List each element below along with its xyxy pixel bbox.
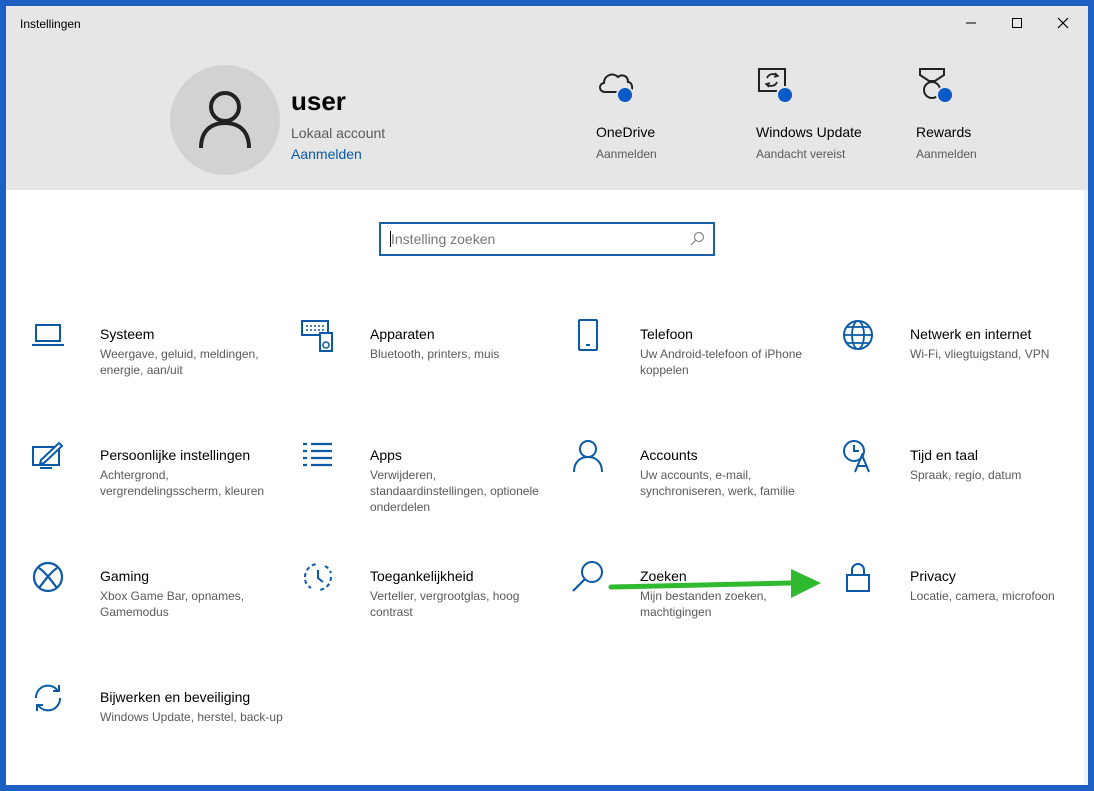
search-input[interactable]: Instelling zoeken xyxy=(379,222,715,256)
maximize-button[interactable] xyxy=(994,6,1040,40)
tile-title: Persoonlijke instellingen xyxy=(100,447,251,463)
tile-netwerk[interactable]: Netwerk en internet Wi-Fi, vliegtuigstan… xyxy=(841,318,1088,408)
time-language-icon xyxy=(843,440,870,473)
onedrive-item[interactable]: OneDrive Aanmelden xyxy=(596,66,746,161)
tile-description: Uw accounts, e-mail, synchroniseren, wer… xyxy=(640,468,795,498)
close-icon xyxy=(1057,17,1069,29)
globe-icon xyxy=(843,320,873,350)
xbox-icon xyxy=(32,561,64,593)
tile-accounts[interactable]: Accounts Uw accounts, e-mail, synchronis… xyxy=(571,439,821,529)
tile-title: Gaming xyxy=(100,568,150,584)
laptop-icon xyxy=(32,324,64,346)
account-type: Lokaal account xyxy=(291,125,386,141)
tile-apparaten[interactable]: Apparaten Bluetooth, printers, muis xyxy=(301,318,551,408)
avatar[interactable] xyxy=(170,65,280,175)
person-icon xyxy=(573,440,603,473)
windows-update-subtitle: Aandacht vereist xyxy=(756,147,846,161)
windows-update-title: Windows Update xyxy=(756,124,862,140)
settings-window: Instellingen user Lokaal account Aanmeld… xyxy=(6,6,1088,785)
tile-systeem[interactable]: Systeem Weergave, geluid, meldingen, ene… xyxy=(31,318,281,408)
tile-bijwerken-en-beveiliging[interactable]: Bijwerken en beveiliging Windows Update,… xyxy=(31,681,283,771)
tile-description: Windows Update, herstel, back-up xyxy=(100,710,283,724)
tile-apps[interactable]: Apps Verwijderen, standaardinstellingen,… xyxy=(301,439,551,529)
windows-update-item[interactable]: Windows Update Aandacht vereist xyxy=(756,66,906,161)
maximize-icon xyxy=(1012,18,1022,28)
tile-description: Spraak, regio, datum xyxy=(910,468,1022,482)
sign-in-link[interactable]: Aanmelden xyxy=(291,146,362,162)
devices-icon xyxy=(301,320,333,352)
accessibility-icon xyxy=(304,563,332,591)
tile-privacy[interactable]: Privacy Locatie, camera, microfoon xyxy=(841,560,1088,650)
status-dot xyxy=(776,86,794,104)
tile-tijd-en-taal[interactable]: Tijd en taal Spraak, regio, datum xyxy=(841,439,1088,529)
tile-title: Privacy xyxy=(910,568,956,584)
account-header: user Lokaal account Aanmelden OneDrive A… xyxy=(6,40,1088,190)
tile-title: Tijd en taal xyxy=(910,447,978,463)
onedrive-title: OneDrive xyxy=(596,124,656,140)
update-icon xyxy=(34,684,62,712)
tile-description: Bluetooth, printers, muis xyxy=(370,347,500,361)
tile-description: Locatie, camera, microfoon xyxy=(910,589,1055,603)
tile-description: Wi-Fi, vliegtuigstand, VPN xyxy=(910,347,1050,361)
tile-title: Toegankelijkheid xyxy=(370,568,474,584)
apps-icon xyxy=(303,442,332,467)
tile-description: Achtergrond, vergrendelingsscherm, kleur… xyxy=(100,468,265,498)
tile-title: Telefoon xyxy=(640,326,693,342)
tile-description: Verteller, vergrootglas, hoog contrast xyxy=(370,589,520,619)
scrollbar[interactable] xyxy=(1084,190,1088,785)
tile-title: Systeem xyxy=(100,326,155,342)
title-bar[interactable]: Instellingen xyxy=(6,6,1088,40)
window-title: Instellingen xyxy=(20,17,81,31)
tile-telefoon[interactable]: Telefoon Uw Android-telefoon of iPhone k… xyxy=(571,318,821,408)
tile-description: Xbox Game Bar, opnames, Gamemodus xyxy=(100,589,245,619)
rewards-subtitle: Aanmelden xyxy=(916,147,977,161)
status-dot xyxy=(616,86,634,104)
search-icon xyxy=(690,231,705,246)
tile-title: Accounts xyxy=(640,447,698,463)
tile-description: Verwijderen, standaardinstellingen, opti… xyxy=(370,468,539,514)
green-arrow-annotation xyxy=(608,569,821,598)
tile-title: Apps xyxy=(370,447,402,463)
tile-title: Netwerk en internet xyxy=(910,326,1032,342)
tile-description: Weergave, geluid, meldingen, energie, aa… xyxy=(100,347,259,377)
phone-icon xyxy=(578,319,598,351)
lock-icon xyxy=(846,563,870,592)
search-placeholder: Instelling zoeken xyxy=(391,231,496,247)
minimize-icon xyxy=(966,22,976,24)
tile-persoonlijke-instellingen[interactable]: Persoonlijke instellingen Achtergrond, v… xyxy=(31,439,281,529)
tile-title: Bijwerken en beveiliging xyxy=(100,689,251,705)
close-button[interactable] xyxy=(1040,6,1086,40)
tile-title: Apparaten xyxy=(370,326,435,342)
person-icon xyxy=(199,91,251,149)
search-icon xyxy=(572,561,603,592)
minimize-button[interactable] xyxy=(948,6,994,40)
personalize-icon xyxy=(32,441,64,469)
rewards-title: Rewards xyxy=(916,124,972,140)
status-dot xyxy=(936,86,954,104)
tile-gaming[interactable]: Gaming Xbox Game Bar, opnames, Gamemodus xyxy=(31,560,281,650)
tile-description: Uw Android-telefoon of iPhone koppelen xyxy=(640,347,803,377)
user-name: user xyxy=(291,86,346,116)
rewards-item[interactable]: Rewards Aanmelden xyxy=(916,66,1066,161)
tile-toegankelijkheid[interactable]: Toegankelijkheid Verteller, vergrootglas… xyxy=(301,560,551,650)
onedrive-subtitle: Aanmelden xyxy=(596,147,657,161)
